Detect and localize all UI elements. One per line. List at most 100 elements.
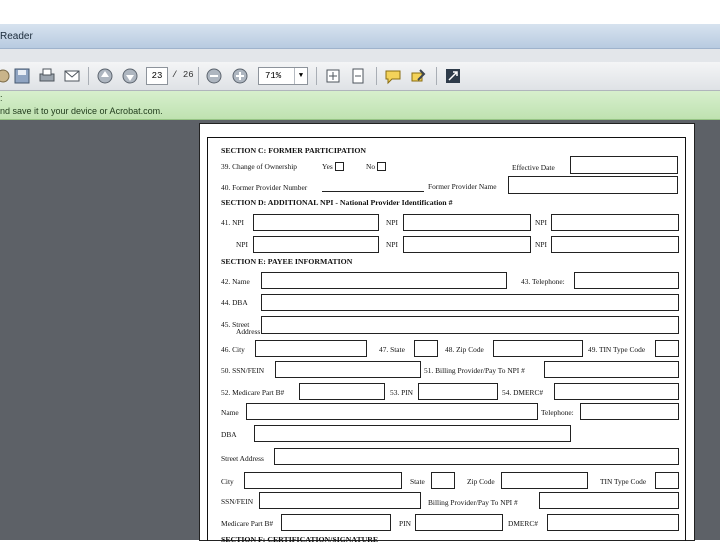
open-icon[interactable] xyxy=(0,67,12,85)
former-provider-name-field[interactable] xyxy=(508,176,678,194)
section-c-heading: SECTION C: FORMER PARTICIPATION xyxy=(221,146,367,155)
label-name: Name xyxy=(221,408,239,417)
section-e-heading: SECTION E: PAYEE INFORMATION xyxy=(221,257,353,266)
payee-tin-field[interactable] xyxy=(655,340,679,357)
label-dmerc: DMERC# xyxy=(508,519,538,528)
label-tin-49: 49. TIN Type Code xyxy=(588,345,646,354)
label-yes: Yes xyxy=(322,162,333,171)
payee-ssn-field[interactable] xyxy=(275,361,421,378)
npi-field-5[interactable] xyxy=(403,236,531,253)
notice-text: nd save it to your device or Acrobat.com… xyxy=(0,106,163,116)
pin-field-2[interactable] xyxy=(415,514,503,531)
effective-date-field[interactable] xyxy=(570,156,678,174)
payee-name-field[interactable] xyxy=(261,272,507,289)
npi-field-3[interactable] xyxy=(551,214,679,231)
highlight-icon[interactable] xyxy=(409,67,427,85)
label-city: City xyxy=(221,477,234,486)
window-title: Reader xyxy=(0,31,33,42)
fit-width-icon[interactable] xyxy=(349,67,367,85)
label-billing-51: 51. Billing Provider/Pay To NPI # xyxy=(424,366,525,375)
label-no: No xyxy=(366,162,376,171)
save-icon[interactable] xyxy=(13,67,31,85)
label-former-provider-number: 40. Former Provider Number xyxy=(221,183,308,192)
payee-state-field[interactable] xyxy=(414,340,438,357)
label-address-45: Address xyxy=(236,327,261,336)
street-field-2[interactable] xyxy=(274,448,679,465)
label-name-42: 42. Name xyxy=(221,277,250,286)
title-bar: Reader xyxy=(0,24,720,49)
label-pin-53: 53. PIN xyxy=(390,388,413,397)
zoom-select[interactable]: 71% ▼ xyxy=(258,67,308,85)
label-npi: NPI xyxy=(236,240,248,249)
label-zip-code: Zip Code xyxy=(467,477,495,486)
label-state-47: 47. State xyxy=(379,345,405,354)
zip-field-2[interactable] xyxy=(501,472,588,489)
comment-icon[interactable] xyxy=(384,67,402,85)
tin-field-2[interactable] xyxy=(655,472,679,489)
page-total: / 26 xyxy=(172,70,194,80)
checkbox-no[interactable] xyxy=(377,162,386,171)
payee-medicare-field[interactable] xyxy=(299,383,385,400)
npi-field-2[interactable] xyxy=(403,214,531,231)
label-city-46: 46. City xyxy=(221,345,245,354)
dba-field-2[interactable] xyxy=(254,425,571,442)
npi-field-1[interactable] xyxy=(253,214,379,231)
telephone-field-2[interactable] xyxy=(580,403,679,420)
label-dmerc-54: 54. DMERC# xyxy=(502,388,544,397)
label-npi: NPI xyxy=(535,240,547,249)
payee-dmerc-field[interactable] xyxy=(554,383,679,400)
label-npi: NPI xyxy=(386,218,398,227)
section-d-heading: SECTION D: ADDITIONAL NPI - National Pro… xyxy=(221,198,453,207)
former-provider-number-field[interactable] xyxy=(322,191,424,192)
label-effective-date: Effective Date xyxy=(512,163,555,172)
label-change-of-ownership: 39. Change of Ownership xyxy=(221,162,297,171)
payee-street-field[interactable] xyxy=(261,316,679,334)
billing-npi-field-2[interactable] xyxy=(539,492,679,509)
dmerc-field-2[interactable] xyxy=(547,514,679,531)
payee-dba-field[interactable] xyxy=(261,294,679,311)
label-npi: NPI xyxy=(386,240,398,249)
label-telephone: Telephone: xyxy=(541,408,574,417)
next-page-icon[interactable] xyxy=(121,67,139,85)
menu-strip xyxy=(0,49,720,63)
full-screen-icon[interactable] xyxy=(444,67,462,85)
payee-zip-field[interactable] xyxy=(493,340,583,357)
label-pin: PIN xyxy=(399,519,411,528)
label-ssn-fein: SSN/FEIN xyxy=(221,497,254,506)
label-dba-44: 44. DBA xyxy=(221,298,248,307)
print-icon[interactable] xyxy=(38,67,56,85)
label-state: State xyxy=(410,477,425,486)
payee-city-field[interactable] xyxy=(255,340,367,357)
label-npi-41: 41. NPI xyxy=(221,218,244,227)
email-icon[interactable] xyxy=(63,67,81,85)
label-billing-provider: Billing Provider/Pay To NPI # xyxy=(428,498,518,507)
label-street-address: Street Address xyxy=(221,454,264,463)
label-telephone-43: 43. Telephone: xyxy=(521,277,565,286)
label-ssn-50: 50. SSN/FEIN xyxy=(221,366,265,375)
label-npi: NPI xyxy=(535,218,547,227)
label-medicare-52: 52. Medicare Part B# xyxy=(221,388,285,397)
npi-field-4[interactable] xyxy=(253,236,379,253)
label-dba: DBA xyxy=(221,430,237,439)
medicare-field-2[interactable] xyxy=(281,514,391,531)
zoom-out-icon[interactable] xyxy=(205,67,223,85)
fit-page-icon[interactable] xyxy=(324,67,342,85)
previous-page-icon[interactable] xyxy=(96,67,114,85)
state-field-2[interactable] xyxy=(431,472,455,489)
payee-pin-field[interactable] xyxy=(418,383,498,400)
name-field-2[interactable] xyxy=(246,403,538,420)
label-zip-48: 48. Zip Code xyxy=(445,345,484,354)
zoom-in-icon[interactable] xyxy=(231,67,249,85)
desktop-top xyxy=(0,0,720,24)
label-former-provider-name: Former Provider Name xyxy=(428,182,497,191)
toolbar xyxy=(0,62,720,91)
payee-telephone-field[interactable] xyxy=(574,272,679,289)
payee-billing-npi-field[interactable] xyxy=(544,361,679,378)
chevron-down-icon[interactable]: ▼ xyxy=(294,68,307,84)
npi-field-6[interactable] xyxy=(551,236,679,253)
checkbox-yes[interactable] xyxy=(335,162,344,171)
ssn-field-2[interactable] xyxy=(259,492,421,509)
page-number-input[interactable]: 23 xyxy=(146,67,168,85)
notice-bar: : nd save it to your device or Acrobat.c… xyxy=(0,91,720,120)
city-field-2[interactable] xyxy=(244,472,402,489)
